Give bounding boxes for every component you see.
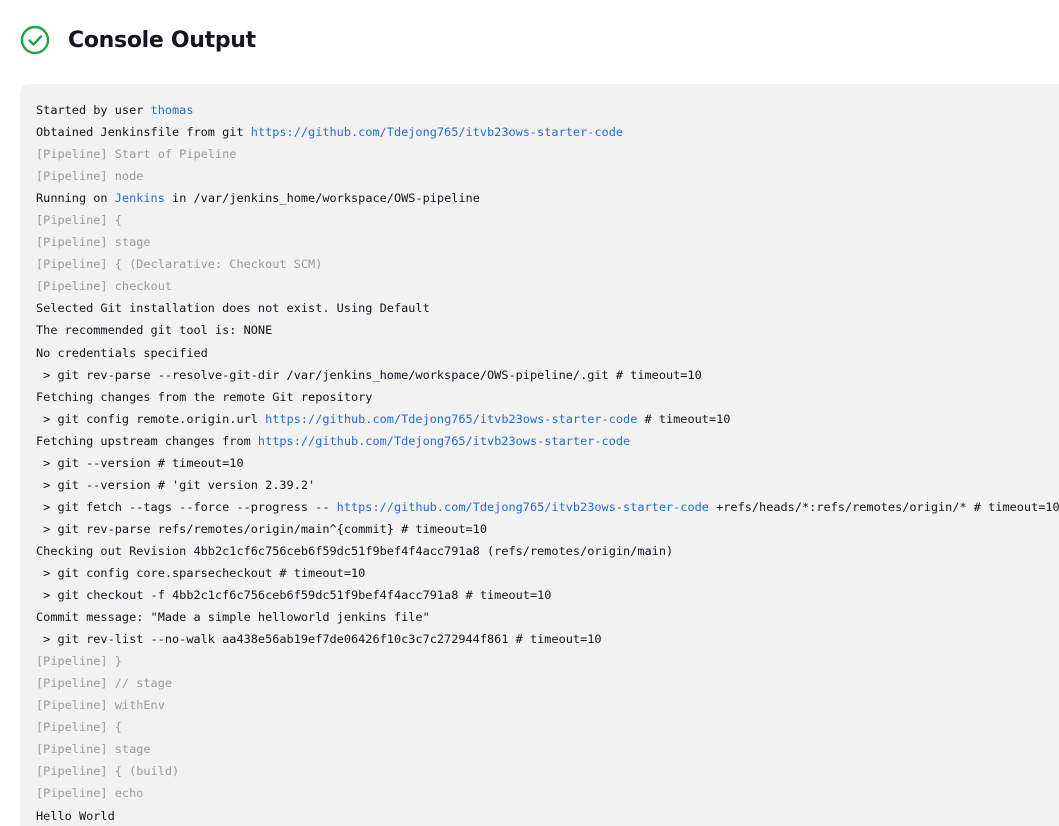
console-line: Fetching changes from the remote Git rep… bbox=[36, 386, 1059, 408]
console-panel: Started by user thomas Obtained Jenkinsfi… bbox=[20, 84, 1059, 826]
console-line: [Pipeline] { bbox=[36, 716, 1059, 738]
console-text: [Pipeline] { bbox=[36, 213, 122, 228]
console-line: [Pipeline] echo bbox=[36, 782, 1059, 804]
console-text: > git fetch --tags --force --progress -- bbox=[36, 499, 337, 514]
console-line: > git --version # 'git version 2.39.2' bbox=[36, 474, 1059, 496]
console-line: [Pipeline] { bbox=[36, 209, 1059, 231]
page-title: Console Output bbox=[68, 27, 256, 53]
console-line: [Pipeline] stage bbox=[36, 231, 1059, 253]
console-line: > git rev-parse --resolve-git-dir /var/j… bbox=[36, 364, 1059, 386]
console-text: > git rev-list --no-walk aa438e56ab19ef7… bbox=[36, 632, 602, 647]
console-line: [Pipeline] // stage bbox=[36, 672, 1059, 694]
console-text: [Pipeline] { bbox=[36, 720, 122, 735]
console-text: [Pipeline] stage bbox=[36, 742, 151, 757]
console-text: > git config core.sparsecheckout # timeo… bbox=[36, 565, 366, 580]
console-link[interactable]: Jenkins bbox=[115, 191, 165, 205]
console-link[interactable]: https://github.com/Tdejong765/itvb23ows-… bbox=[258, 434, 630, 448]
console-line: [Pipeline] { (Declarative: Checkout SCM) bbox=[36, 253, 1059, 275]
console-text: > git --version # timeout=10 bbox=[36, 455, 244, 470]
console-text: [Pipeline] stage bbox=[36, 235, 151, 250]
console-text: # timeout=10 bbox=[637, 411, 731, 426]
console-text: [Pipeline] echo bbox=[36, 786, 144, 801]
console-line: > git config core.sparsecheckout # timeo… bbox=[36, 562, 1059, 584]
console-line: > git rev-parse refs/remotes/origin/main… bbox=[36, 518, 1059, 540]
console-text: Selected Git installation does not exist… bbox=[36, 301, 430, 316]
console-text: Commit message: "Made a simple helloworl… bbox=[36, 610, 430, 625]
console-line: Hello World bbox=[36, 805, 1059, 826]
console-link[interactable]: https://github.com/Tdejong765/itvb23ows-… bbox=[337, 500, 709, 514]
console-text: Running on bbox=[36, 191, 115, 206]
page-header: Console Output bbox=[20, 24, 256, 56]
console-text: [Pipeline] } bbox=[36, 654, 122, 669]
console-line: [Pipeline] withEnv bbox=[36, 694, 1059, 716]
console-line: > git --version # timeout=10 bbox=[36, 452, 1059, 474]
console-text: [Pipeline] Start of Pipeline bbox=[36, 147, 237, 162]
console-text: Checking out Revision 4bb2c1cf6c756ceb6f… bbox=[36, 543, 674, 558]
console-line: Started by user thomas bbox=[36, 99, 1059, 121]
console-text: > git --version # 'git version 2.39.2' bbox=[36, 477, 316, 492]
console-line: No credentials specified bbox=[36, 342, 1059, 364]
console-line: The recommended git tool is: NONE bbox=[36, 319, 1059, 341]
console-line: Checking out Revision 4bb2c1cf6c756ceb6f… bbox=[36, 540, 1059, 562]
console-output: Started by user thomas Obtained Jenkinsfi… bbox=[20, 84, 1059, 826]
console-text: in /var/jenkins_home/workspace/OWS-pipel… bbox=[164, 191, 480, 206]
console-line: > git rev-list --no-walk aa438e56ab19ef7… bbox=[36, 628, 1059, 650]
console-line: > git fetch --tags --force --progress --… bbox=[36, 496, 1059, 518]
console-line: Commit message: "Made a simple helloworl… bbox=[36, 606, 1059, 628]
console-text: [Pipeline] { (Declarative: Checkout SCM) bbox=[36, 257, 323, 272]
console-line: [Pipeline] checkout bbox=[36, 275, 1059, 297]
console-line: [Pipeline] node bbox=[36, 165, 1059, 187]
console-text: [Pipeline] // stage bbox=[36, 676, 173, 691]
console-line: [Pipeline] Start of Pipeline bbox=[36, 143, 1059, 165]
console-text: +refs/heads/*:refs/remotes/origin/* # ti… bbox=[708, 499, 1059, 514]
console-link[interactable]: https://github.com/Tdejong765/itvb23ows-… bbox=[265, 412, 637, 426]
check-circle-icon bbox=[20, 25, 50, 55]
console-text: [Pipeline] node bbox=[36, 169, 144, 184]
console-text: Started by user bbox=[36, 103, 151, 117]
console-text: [Pipeline] checkout bbox=[36, 279, 173, 294]
console-line: Running on Jenkins in /var/jenkins_home/… bbox=[36, 187, 1059, 209]
console-text: Fetching upstream changes from bbox=[36, 433, 258, 448]
console-text: Obtained Jenkinsfile from git bbox=[36, 125, 251, 140]
console-line: Obtained Jenkinsfile from git https://gi… bbox=[36, 121, 1059, 143]
console-text: [Pipeline] { (build) bbox=[36, 764, 180, 779]
console-text: Hello World bbox=[36, 808, 115, 823]
console-text: > git rev-parse refs/remotes/origin/main… bbox=[36, 521, 488, 536]
console-text: [Pipeline] withEnv bbox=[36, 698, 165, 713]
console-text: The recommended git tool is: NONE bbox=[36, 323, 273, 338]
console-text: No credentials specified bbox=[36, 345, 208, 360]
console-line: Fetching upstream changes from https://g… bbox=[36, 430, 1059, 452]
console-line: > git checkout -f 4bb2c1cf6c756ceb6f59dc… bbox=[36, 584, 1059, 606]
console-text: > git checkout -f 4bb2c1cf6c756ceb6f59dc… bbox=[36, 588, 552, 603]
console-link[interactable]: https://github.com/Tdejong765/itvb23ows-… bbox=[251, 125, 623, 139]
console-line: [Pipeline] stage bbox=[36, 738, 1059, 760]
console-text: > git config remote.origin.url bbox=[36, 411, 266, 426]
console-line: [Pipeline] } bbox=[36, 650, 1059, 672]
console-line: Selected Git installation does not exist… bbox=[36, 297, 1059, 319]
console-line: > git config remote.origin.url https://g… bbox=[36, 408, 1059, 430]
console-line: [Pipeline] { (build) bbox=[36, 760, 1059, 782]
console-text: Fetching changes from the remote Git rep… bbox=[36, 389, 373, 404]
console-link[interactable]: thomas bbox=[151, 103, 194, 117]
console-text: > git rev-parse --resolve-git-dir /var/j… bbox=[36, 367, 702, 382]
